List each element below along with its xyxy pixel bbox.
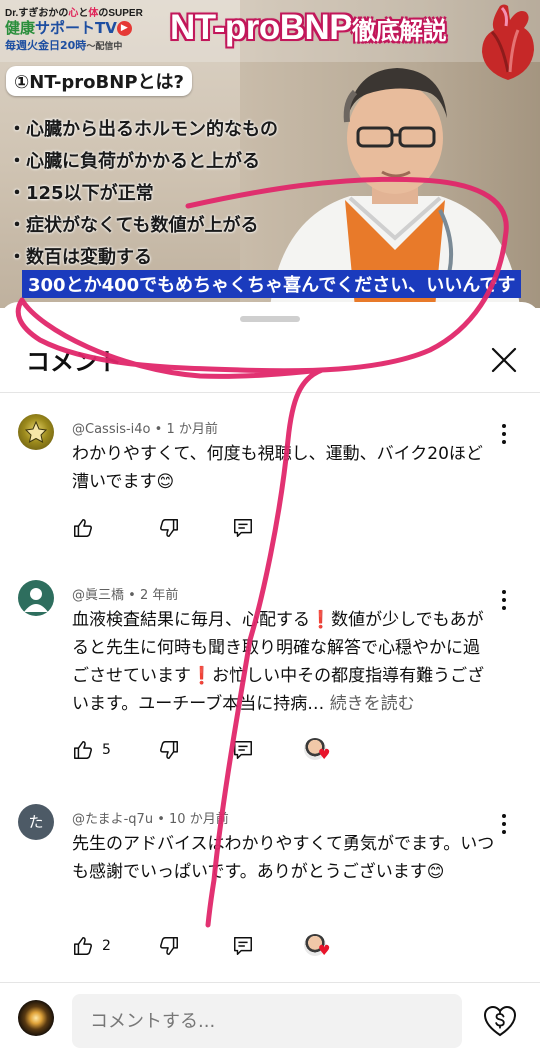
dislike-button[interactable] [158,514,180,542]
my-avatar[interactable] [18,1000,54,1036]
like-button[interactable] [72,514,102,542]
comment-text: 先生のアドバイスはわかりやすくて勇気がでます。いつも感謝でいっぱいです。ありがと… [72,834,495,882]
comment-actions [72,514,512,542]
dislike-icon [160,519,178,537]
avatar[interactable]: た [18,804,54,840]
like-icon [74,519,92,537]
video-caption: 300とか400でもめちゃくちゃ喜んでください、いいんです [22,270,522,298]
drag-handle[interactable] [240,316,300,322]
like-button[interactable]: 5 [72,736,111,764]
sheet-divider [0,392,540,393]
comment-text: わかりやすくて、何度も視聴し、運動、バイク20ほど漕いでます😊 [72,444,483,492]
bullet-item: ・125以下が正常 [8,183,154,204]
channel-logo: Dr.すぎおかの心と体のSUPER 健康サポートTV ▶ 毎週火金日20時～配信中 [5,4,165,53]
comment-actions: 5 ♥ [72,736,512,764]
like-count: 2 [102,938,111,954]
dislike-icon [160,937,178,955]
heart-icon: ♥ [318,943,331,959]
comment-author[interactable]: @たまよ-q7u [72,812,153,827]
comment-meta: @Cassis-i4o • 1 か月前 [72,422,218,437]
comment-time: 10 か月前 [169,812,229,827]
more-vertical-icon[interactable] [494,588,514,612]
comment-actions: 2 ♥ [72,932,512,960]
reply-button[interactable] [232,514,254,542]
like-icon [74,937,92,955]
like-count: 5 [102,742,111,758]
channel-logo-line1: Dr.すぎおかの心と体のSUPER [5,8,143,19]
more-vertical-icon[interactable] [494,422,514,446]
bullet-item: ・症状がなくても数値が上がる [8,215,259,236]
comment-author[interactable]: @Cassis-i4o [72,422,151,437]
comment-item: @眞三橋 • 2 年前 血液検査結果に毎月、心配する❗数値が少しでもあがると先生… [0,578,540,778]
bullet-list: ・心臓から出るホルモン的なもの ・心臓に負荷がかかると上がる ・125以下が正常… [8,114,278,274]
comment-meta: @たまよ-q7u • 10 か月前 [72,812,229,827]
reply-icon [234,741,252,759]
dislike-icon [160,741,178,759]
more-vertical-icon[interactable] [494,812,514,836]
play-icon: ▶ [116,21,132,36]
video-title-overlay: NT-proBNP徹底解説 [170,8,447,47]
comment-time: 2 年前 [139,588,179,603]
comment-item: @Cassis-i4o • 1 か月前 わかりやすくて、何度も視聴し、運動、バイ… [0,412,540,562]
heart-icon: ♥ [318,747,331,763]
video-player[interactable]: Dr.すぎおかの心と体のSUPER 健康サポートTV ▶ 毎週火金日20時～配信中… [0,0,540,308]
reply-icon [234,937,252,955]
dislike-button[interactable] [158,932,180,960]
comment-time: 1 か月前 [166,422,218,437]
read-more-link[interactable]: 続きを読む [330,694,415,714]
comments-sheet: コメント @Cassis-i4o • 1 か月前 わかりやすくて、何度も視聴し、… [0,302,540,1057]
comment-meta: @眞三橋 • 2 年前 [72,588,179,603]
composer-divider [0,982,540,983]
comment-text-content: 血液検査結果に毎月、心配する❗数値が少しでもあがると先生に何時も聞き取り明確な解… [72,610,485,714]
creator-heart-badge[interactable]: ♥ [304,736,336,764]
reply-icon [234,519,252,537]
dislike-button[interactable] [158,736,180,764]
channel-logo-line3: 毎週火金日20時～配信中 [5,39,123,52]
section-heading: ①NT-proBNPとは? [6,66,192,96]
comment-text: 血液検査結果に毎月、心配する❗数値が少しでもあがると先生に何時も聞き取り明確な解… [72,606,496,718]
avatar-letter: た [28,813,44,831]
bullet-item: ・心臓から出るホルモン的なもの [8,119,278,140]
channel-logo-line2: 健康サポートTV ▶ [5,19,165,37]
like-button[interactable]: 2 [72,932,111,960]
close-icon[interactable] [486,342,522,378]
comment-item: た @たまよ-q7u • 10 か月前 先生のアドバイスはわかりやすくて勇気がで… [0,802,540,972]
like-icon [74,741,92,759]
comment-author[interactable]: @眞三橋 [72,588,124,603]
sheet-title: コメント [26,348,122,376]
reply-button[interactable] [232,736,254,764]
creator-heart-badge[interactable]: ♥ [304,932,336,960]
comment-input[interactable] [72,994,462,1048]
reply-button[interactable] [232,932,254,960]
bullet-item: ・心臓に負荷がかかると上がる [8,151,260,172]
avatar[interactable] [18,414,54,450]
avatar[interactable] [18,580,54,616]
thanks-icon[interactable] [482,1004,518,1040]
